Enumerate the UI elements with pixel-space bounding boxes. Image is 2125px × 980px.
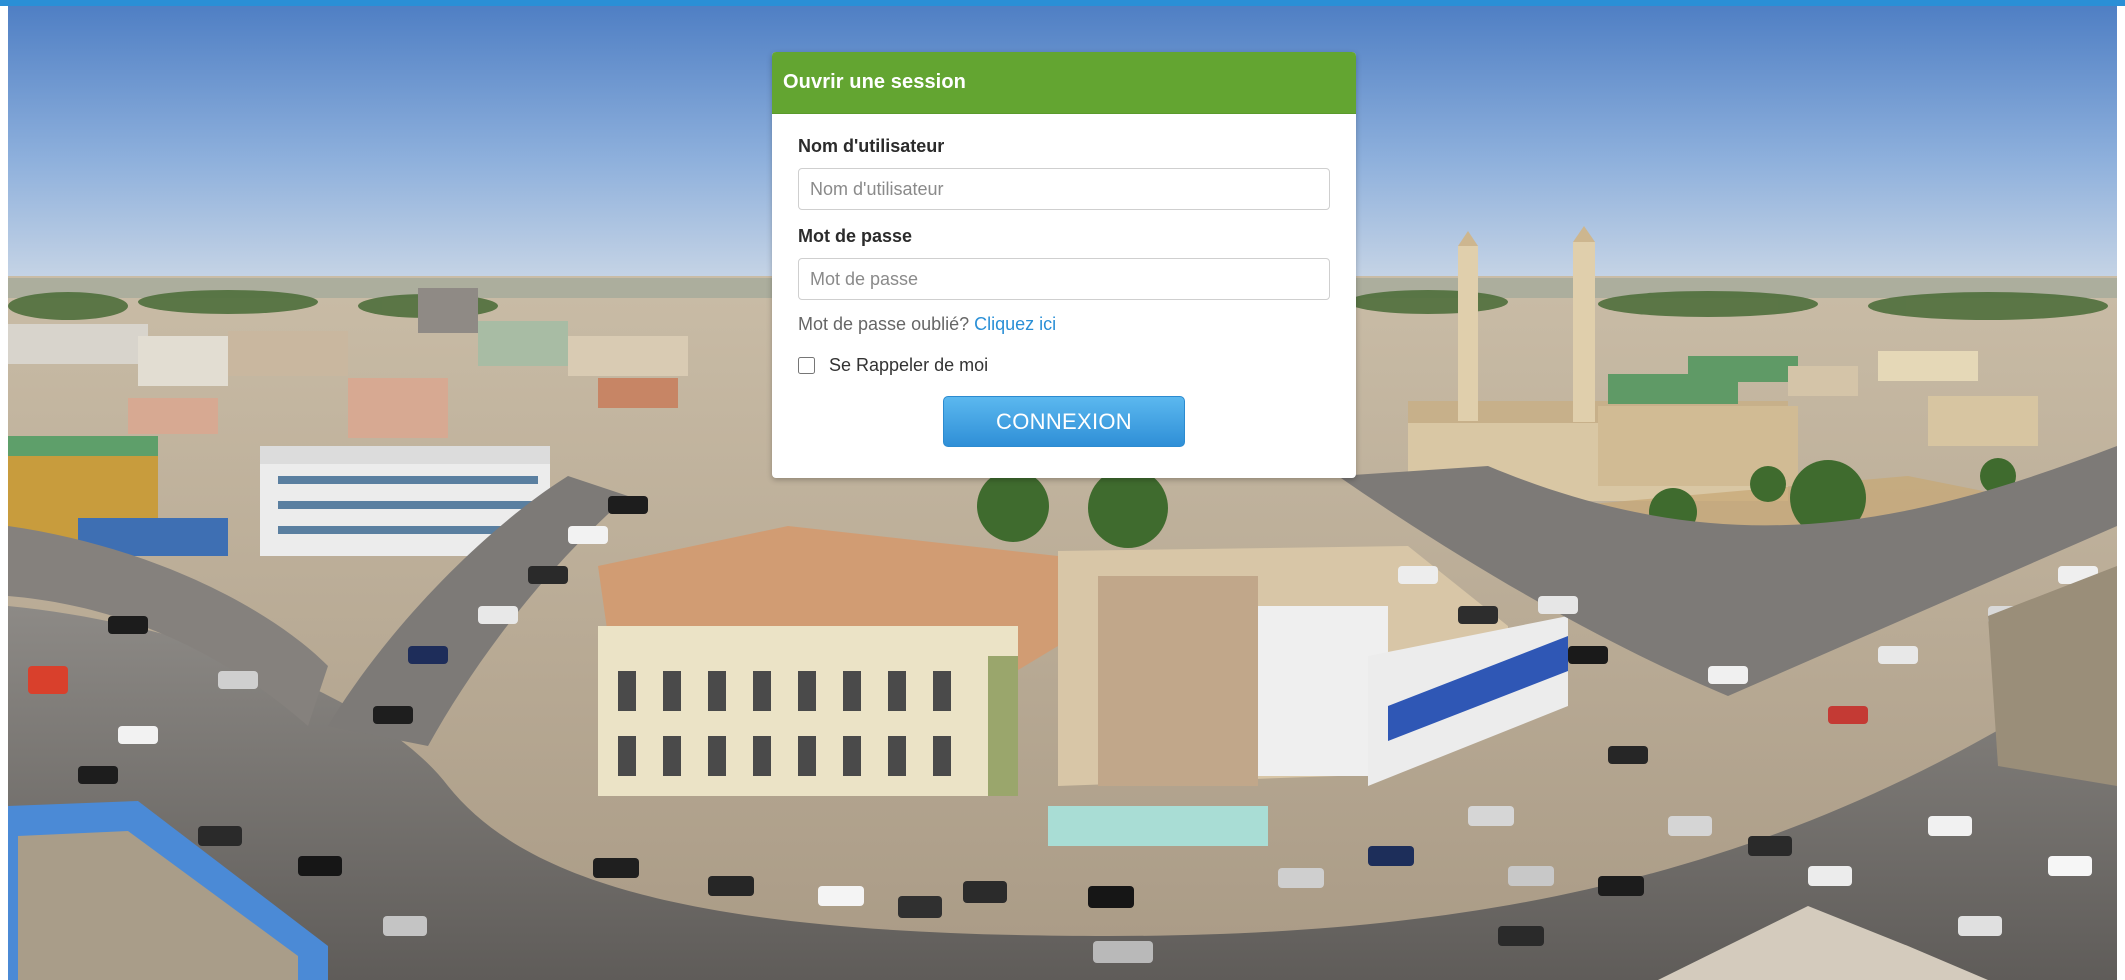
login-panel-title: Ouvrir une session (783, 71, 966, 93)
submit-row: CONNEXION (798, 396, 1330, 447)
login-panel: Ouvrir une session Nom d'utilisateur Mot… (772, 52, 1356, 478)
remember-me-label[interactable]: Se Rappeler de moi (829, 355, 988, 376)
forgot-password-row: Mot de passe oublié? Cliquez ici (798, 314, 1330, 335)
password-label: Mot de passe (798, 226, 913, 246)
remember-me-checkbox[interactable] (798, 357, 815, 374)
forgot-password-text: Mot de passe oublié? (798, 314, 975, 334)
remember-me-row: Se Rappeler de moi (798, 355, 1330, 376)
password-input[interactable] (798, 258, 1330, 300)
forgot-password-link[interactable]: Cliquez ici (974, 314, 1056, 334)
login-panel-header: Ouvrir une session (772, 52, 1356, 114)
login-form: Nom d'utilisateur Mot de passe Mot de pa… (772, 114, 1356, 447)
login-page: Ouvrir une session Nom d'utilisateur Mot… (0, 0, 2125, 980)
username-label: Nom d'utilisateur (798, 136, 945, 156)
username-input[interactable] (798, 168, 1330, 210)
connexion-button[interactable]: CONNEXION (943, 396, 1185, 447)
